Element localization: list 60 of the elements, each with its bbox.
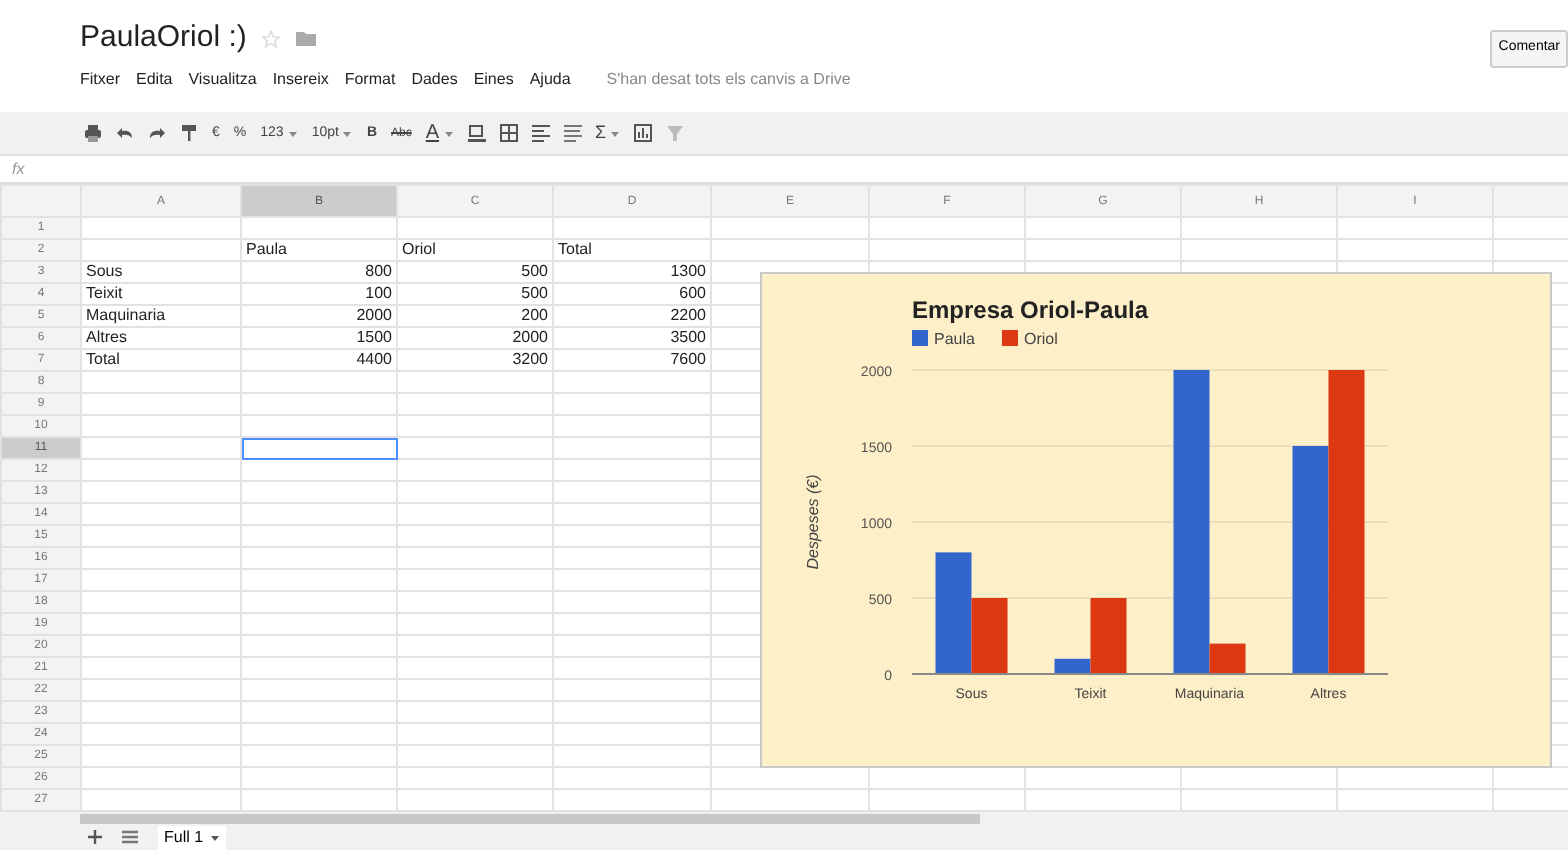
formula-label: fx (12, 157, 25, 181)
fill-color-icon[interactable] (467, 124, 486, 142)
caret-icon (443, 129, 454, 137)
table-cell: 1500 (241, 327, 397, 349)
table-cell: Teixit (81, 283, 241, 305)
table-cell: 3200 (397, 349, 553, 371)
borders-icon[interactable] (499, 124, 518, 142)
legend-label: Oriol (1024, 330, 1058, 348)
table-cell: Sous (81, 261, 241, 283)
table-cell: 3500 (553, 327, 711, 349)
menu-item[interactable]: Insereix (272, 68, 329, 92)
chart-icon[interactable] (634, 124, 653, 142)
sheet-tab[interactable]: Full 1 (158, 825, 226, 849)
table-cell: Maquinaria (81, 305, 241, 327)
paint-roller-icon[interactable] (180, 124, 198, 142)
scrollbar-thumb[interactable] (80, 814, 980, 824)
table-cell: Oriol (397, 239, 553, 261)
menu-item[interactable]: Format (344, 68, 396, 92)
caret-icon (342, 129, 353, 137)
add-sheet-icon[interactable] (88, 830, 102, 844)
table-cell: 500 (397, 283, 553, 305)
caret-icon (610, 129, 621, 137)
table-cell: 7600 (553, 349, 711, 371)
document-title: PaulaOriol :) (80, 20, 247, 56)
sheet-list-icon[interactable] (122, 830, 138, 844)
undo-icon[interactable] (116, 124, 134, 142)
table-cell: 800 (241, 261, 397, 283)
table-cell: Total (81, 349, 241, 371)
wrap-icon[interactable] (563, 124, 582, 142)
table-cell: 2200 (553, 305, 711, 327)
table-cell: 1300 (553, 261, 711, 283)
align-icon[interactable] (531, 124, 550, 142)
caret-icon (209, 833, 220, 841)
selected-cell[interactable] (241, 437, 397, 459)
star-icon[interactable] (262, 29, 281, 47)
menu-item[interactable]: Edita (136, 68, 173, 92)
save-status: S'han desat tots els canvis a Drive (606, 68, 851, 92)
table-cell: 500 (397, 261, 553, 283)
functions-button[interactable]: Σ (595, 124, 621, 142)
table-cell: 2000 (241, 305, 397, 327)
chart-title: Empresa Oriol-Paula (912, 296, 1149, 324)
menu-item[interactable]: Visualitza (188, 68, 257, 92)
menu-item[interactable]: Eines (473, 68, 514, 92)
y-axis-title: Despeses (€) (804, 474, 822, 570)
text-color-button[interactable]: A (425, 123, 454, 143)
print-icon[interactable] (84, 124, 102, 142)
menu-item[interactable]: Ajuda (529, 68, 571, 92)
table-cell: 200 (397, 305, 553, 327)
table-cell: Paula (241, 239, 397, 261)
table-cell: Altres (81, 327, 241, 349)
table-cell: 4400 (241, 349, 397, 371)
legend-label: Paula (934, 330, 975, 348)
caret-icon (287, 129, 298, 137)
menu-item[interactable]: Dades (411, 68, 458, 92)
redo-icon[interactable] (148, 124, 166, 142)
menu-item[interactable]: Fitxer (80, 68, 120, 92)
table-cell: 2000 (397, 327, 553, 349)
table-cell: 100 (241, 283, 397, 305)
table-cell: 600 (553, 283, 711, 305)
table-cell: Total (553, 239, 711, 261)
